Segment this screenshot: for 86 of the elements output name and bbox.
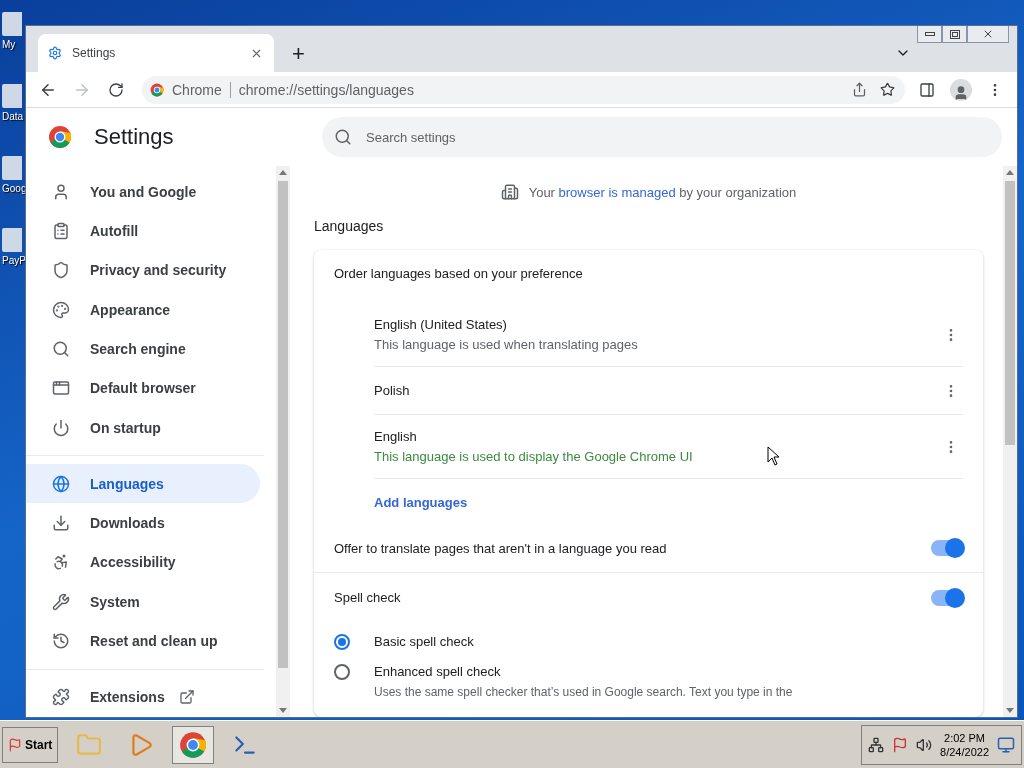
- radio-button[interactable]: [334, 634, 350, 650]
- sidebar-item[interactable]: Accessibility: [26, 542, 260, 583]
- toggle-switch[interactable]: [931, 589, 963, 606]
- reload-icon: [108, 81, 124, 98]
- sidebar-item-icon: [52, 553, 70, 572]
- sidebar-item[interactable]: Appearance: [26, 289, 260, 330]
- sidebar-item-icon: [52, 221, 70, 240]
- sidebar-item-icon: [52, 339, 70, 358]
- sidebar-item[interactable]: You and Google: [26, 172, 260, 212]
- desktop-icon-label: My: [2, 39, 16, 50]
- show-desktop-icon[interactable]: [997, 735, 1015, 754]
- browser-icon: [179, 730, 208, 759]
- sidebar-item[interactable]: Search engine: [26, 329, 260, 369]
- share-icon: [851, 82, 867, 97]
- avatar-icon: [950, 78, 972, 101]
- url-text: chrome://settings/languages: [238, 81, 415, 98]
- language-note: This language is used when translating pages: [374, 337, 638, 352]
- sidebar-item-icon: [52, 379, 70, 398]
- mouse-cursor-icon: [767, 446, 781, 466]
- desktop-icon-label: PayP: [2, 255, 26, 266]
- browser-logo: [48, 125, 72, 149]
- page-origin: Chrome: [172, 81, 231, 98]
- option-label: Enhanced spell check: [374, 664, 502, 679]
- profile-button[interactable]: [949, 77, 973, 102]
- language-name: English: [374, 429, 417, 444]
- flag-icon: [8, 737, 22, 752]
- toggle-switch[interactable]: [931, 540, 963, 556]
- browser-tab[interactable]: Settings: [38, 34, 274, 72]
- sidebar-item[interactable]: Reset and clean up: [26, 621, 260, 661]
- building-icon: [500, 183, 519, 201]
- setting-label: Spell check: [334, 590, 401, 605]
- side-panel-icon: [919, 81, 935, 98]
- sidebar-item[interactable]: Languages: [26, 464, 260, 504]
- minimize-icon: [924, 32, 935, 36]
- page-title: Settings: [94, 124, 174, 150]
- sidebar-item-icon: [52, 474, 70, 493]
- search-icon: [334, 128, 352, 146]
- language-name: English (United States): [374, 317, 507, 332]
- star-icon: [879, 82, 895, 97]
- address-bar[interactable]: Chrome chrome://settings/languages: [142, 75, 905, 104]
- clock-date: 8/24/2022: [940, 745, 989, 758]
- sidebar-item-icon: [52, 182, 70, 201]
- close-icon: [982, 28, 994, 40]
- sidebar-item[interactable]: Default browser: [26, 368, 260, 408]
- order-label: Order languages based on your preference: [333, 265, 584, 283]
- folder-icon: [76, 731, 103, 758]
- setting-label: Offer to translate pages that aren't in a language you read: [334, 540, 667, 556]
- volume-icon[interactable]: [916, 736, 933, 753]
- sidebar-item-icon: [52, 261, 70, 280]
- sidebar-item-icon: [52, 592, 70, 611]
- managed-link[interactable]: browser is managed: [558, 184, 676, 200]
- desktop-icon-label: Data: [2, 111, 24, 122]
- settings-icon: [48, 46, 62, 60]
- section-title: Languages: [314, 218, 385, 234]
- network-icon[interactable]: [868, 736, 885, 753]
- language-name: Polish: [374, 383, 410, 398]
- sidebar-item-icon: [52, 632, 70, 651]
- flag-icon[interactable]: [892, 736, 909, 753]
- start-button[interactable]: Start: [2, 726, 59, 763]
- restore-icon: [949, 29, 960, 39]
- new-tab-button[interactable]: +: [288, 42, 309, 66]
- clock-time: 2:02 PM: [944, 731, 985, 744]
- sidebar-item[interactable]: Autofill: [26, 211, 260, 251]
- sidebar-scrollbar[interactable]: [276, 166, 290, 717]
- option-description: Uses the same spell checker that’s used in Google search. Text you type in the: [374, 685, 793, 699]
- sidebar-item-icon: [52, 514, 70, 533]
- sidebar-item[interactable]: Privacy and security: [26, 250, 260, 290]
- sidebar-item[interactable]: System: [26, 582, 260, 622]
- sidebar-item[interactable]: Extensions: [26, 677, 260, 718]
- site-icon: [150, 82, 164, 97]
- language-note: This language is used to display the Google Chrome UI: [374, 449, 693, 464]
- sidebar-item[interactable]: Downloads: [26, 503, 260, 543]
- option-label: Basic spell check: [374, 634, 474, 649]
- sidebar-item-icon: [52, 418, 70, 437]
- search-field[interactable]: Search settings: [322, 117, 1002, 157]
- taskbar-app-button[interactable]: [172, 725, 215, 764]
- add-languages-link[interactable]: Add languages: [374, 495, 468, 510]
- external-link-icon: [178, 689, 195, 706]
- sidebar-item-icon: [52, 688, 70, 707]
- radio-button[interactable]: [334, 664, 350, 680]
- sidebar-item-icon: [52, 300, 70, 319]
- managed-notice: Your browser is managed by your organization: [528, 184, 797, 200]
- sidebar-item[interactable]: On startup: [26, 407, 260, 448]
- maximize-button[interactable]: [942, 26, 967, 43]
- minimize-button[interactable]: [917, 26, 942, 43]
- content-scrollbar[interactable]: [1003, 166, 1017, 717]
